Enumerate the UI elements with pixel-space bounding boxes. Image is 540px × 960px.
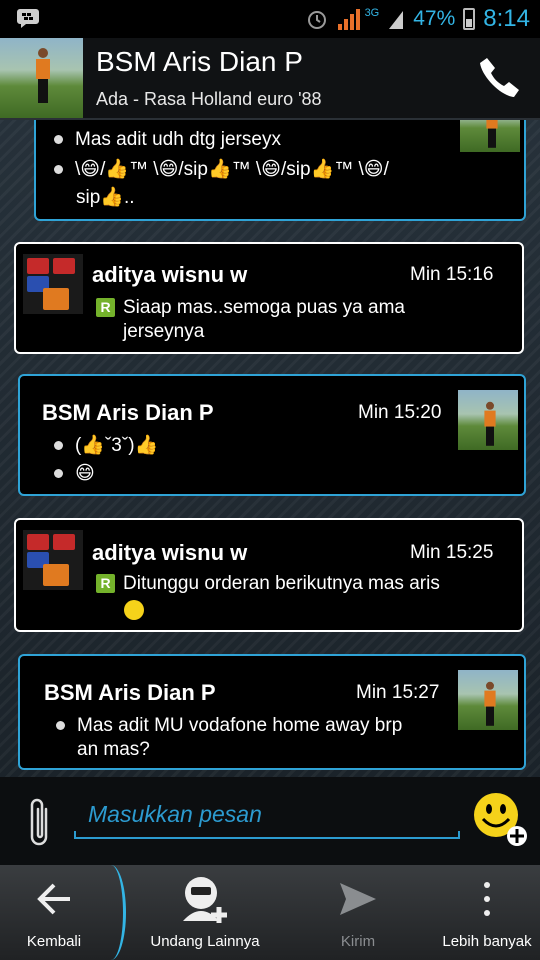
phone-icon[interactable] [474,52,526,104]
message-bubble: aditya wisnu w Min 15:16 R Siaap mas..sem… [14,242,524,354]
read-receipt-icon: R [96,574,115,594]
divider [96,865,126,960]
send-button[interactable]: Kirim [300,865,416,960]
back-arrow-icon [37,883,70,915]
message-input[interactable]: Masukkan pesan [74,801,460,833]
battery-icon [463,8,476,30]
chat-header: BSM Aris Dian P Ada - Rasa Holland euro … [0,38,540,120]
message-bubble: BSM Aris Dian P Min 15:27 Mas adit MU vo… [18,654,526,770]
battery-percent: 47% [413,7,456,30]
add-contact-icon [183,877,227,923]
wifi-signal-icon [389,11,404,29]
chat-messages[interactable]: Mas adit udh dtg jerseyx \😄/👍™ \😄/sip👍™ … [0,120,540,777]
bbm-notification-icon [17,9,39,28]
invite-label: Undang Lainnya [150,933,260,950]
message-text: Mas adit udh dtg jerseyx [54,128,281,152]
message-text: 😄 [54,462,95,486]
message-bubble: BSM Aris Dian P Min 15:20 (👍ˇ3ˇ)👍 😄 [18,374,526,496]
read-receipt-icon: R [96,298,115,318]
contact-avatar[interactable] [0,38,83,118]
sender-name: BSM Aris Dian P [42,400,214,425]
message-time: Min 15:27 [356,682,440,703]
message-bubble: aditya wisnu w Min 15:25 R Ditunggu order… [14,518,524,632]
attach-icon[interactable] [26,795,54,851]
sender-avatar [458,670,518,730]
sender-avatar [460,120,520,152]
emoticon-icon[interactable] [472,791,528,847]
input-underline [74,831,460,839]
sender-name: aditya wisnu w [92,540,248,565]
message-text: \😄/👍™ \😄/sip👍™ \😄/sip👍™ \😄/ [54,158,389,182]
message-text: Mas adit MU vodafone home away brp [56,714,402,738]
message-text: jerseynya [123,321,205,342]
message-time: Min 15:25 [410,542,494,563]
contact-status: Ada - Rasa Holland euro '88 [96,89,322,109]
send-label: Kirim [340,933,376,950]
network-type: 3G [364,7,380,19]
sender-avatar [23,530,83,590]
message-time: Min 15:16 [410,264,494,285]
message-input-bar: Masukkan pesan [0,777,540,865]
status-bar: 3G 47% 8:14 [0,0,540,38]
invite-more-button[interactable]: Undang Lainnya [140,865,270,960]
smile-emoticon [124,598,144,622]
alarm-icon [307,11,326,29]
back-label: Kembali [26,933,82,950]
back-button[interactable]: Kembali [0,865,108,960]
clock: 8:14 [483,5,530,32]
message-text: (👍ˇ3ˇ)👍 [54,434,158,458]
message-text: R Ditunggu orderan berikutnya mas aris [96,572,440,596]
message-text: sip👍.. [76,187,135,208]
bottom-action-bar: Kembali Undang Lainnya Kirim Lebih banya… [0,865,540,960]
message-text: an mas? [77,739,150,760]
sender-name: aditya wisnu w [92,262,248,287]
overflow-menu-icon [484,882,490,916]
contact-name[interactable]: BSM Aris Dian P [96,46,303,78]
sender-name: BSM Aris Dian P [44,680,216,705]
send-icon [340,883,376,915]
message-text: R Siaap mas..semoga puas ya ama [96,296,405,320]
message-time: Min 15:20 [358,402,442,423]
signal-icon [337,9,360,30]
message-bubble: Mas adit udh dtg jerseyx \😄/👍™ \😄/sip👍™ … [34,120,526,221]
more-label: Lebih banyak [442,933,532,950]
more-button[interactable]: Lebih banyak [434,865,540,960]
sender-avatar [23,254,83,314]
sender-avatar [458,390,518,450]
